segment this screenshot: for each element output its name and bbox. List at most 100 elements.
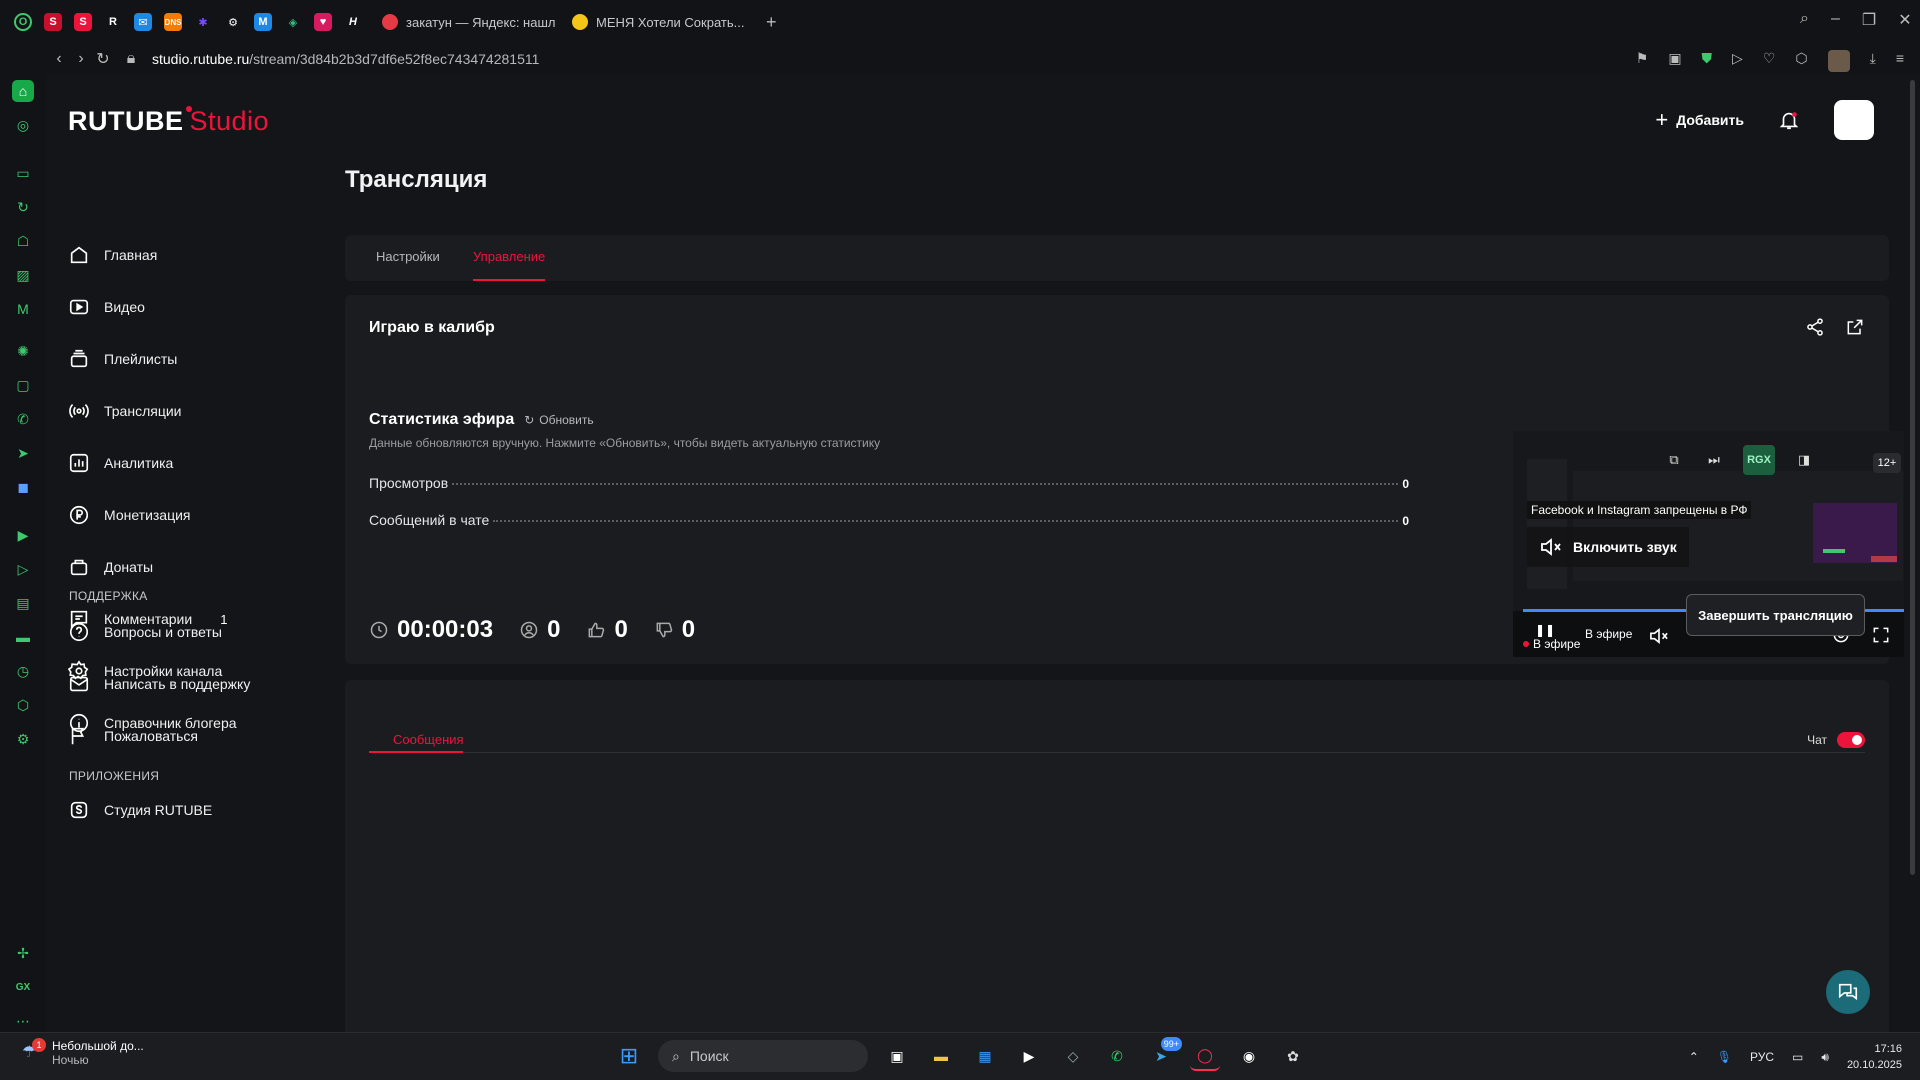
browser-tab[interactable]: МЕНЯ Хотели Сократь... [562,7,752,37]
sidebar-item-donations[interactable]: Донаты [68,541,308,593]
windows-start-icon[interactable]: ⊞ [614,1041,644,1071]
close-icon[interactable]: ✕ [1898,10,1911,30]
media-player-icon[interactable]: ▶ [1014,1041,1044,1071]
gamepad-icon[interactable]: ▭ [12,162,34,184]
rgx-button[interactable]: RGX [1743,445,1775,475]
sidebar-item-report[interactable]: Пожаловаться [68,710,308,762]
telegram-icon[interactable]: ➤ [12,442,34,464]
pin-icon[interactable]: ✢ [12,942,34,964]
fullscreen-icon[interactable] [1871,625,1891,645]
app-icon[interactable]: ◇ [1058,1041,1088,1071]
chart-icon[interactable]: ▨ [12,264,34,286]
whatsapp-icon[interactable]: ✆ [12,408,34,430]
extensions-icon[interactable]: ⬡ [1795,50,1807,72]
more-icon[interactable]: ⋯ [12,1010,34,1032]
forward-icon[interactable]: › [70,50,92,68]
mail-icon[interactable]: M [12,298,34,320]
pinned-tab-icon[interactable]: ✉ [134,13,152,31]
add-button[interactable]: + Добавить [1655,107,1744,133]
pinned-tab-icon[interactable]: ⚙ [224,13,242,31]
browser-tab[interactable]: закатун — Яндекс: нашл [372,7,562,37]
search-icon[interactable]: ⌕ [1800,10,1809,30]
whatsapp-icon[interactable]: ✆ [1102,1041,1132,1071]
sidebar-item-home[interactable]: Главная [68,229,308,281]
pip-icon[interactable]: ⧉ [1663,449,1685,471]
new-tab-icon[interactable]: + [766,12,777,33]
url-field[interactable]: studio.rutube.ru/stream/3d84b2b3d7df6e52… [152,51,539,67]
sidebar-item-video[interactable]: Видео [68,281,308,333]
gamepad-icon[interactable]: ◎ [12,114,34,136]
sidebar-item-monetization[interactable]: Монетизация [68,489,308,541]
chevron-up-icon[interactable]: ⌃ [1689,1050,1699,1064]
menu-icon[interactable]: ≡ [1896,50,1904,72]
sidebar-item-faq[interactable]: Вопросы и ответы [68,606,308,658]
robot-icon[interactable]: ☖ [12,230,34,252]
play-icon[interactable]: ▷ [12,558,34,580]
obs-icon[interactable]: ◉ [1234,1041,1264,1071]
clock[interactable]: 17:16 20.10.2025 [1847,1041,1902,1073]
volume-icon[interactable]: 🔊︎ [1821,1050,1829,1065]
gx-icon[interactable]: GX [12,976,34,998]
tab-management[interactable]: Управление [473,249,545,264]
pinned-tab-icon[interactable]: ◈ [284,13,302,31]
weather-widget[interactable]: ☂ 1 Небольшой до... Ночью [22,1038,144,1067]
pinned-tab-icon[interactable]: DNS [164,13,182,31]
refresh-button[interactable]: ↻ Обновить [524,413,593,427]
back-icon[interactable]: ‹ [48,50,70,68]
telegram-icon[interactable]: ➤ 99+ [1146,1037,1182,1071]
vk-icon[interactable]: ◼ [12,476,34,498]
bookmark-icon[interactable]: ⚑ [1636,50,1649,72]
sidebar-item-contact-support[interactable]: Написать в поддержку [68,658,308,710]
home-icon[interactable]: ⌂ [12,80,34,102]
pinned-tab-icon[interactable]: S [74,13,92,31]
language-indicator[interactable]: РУС [1750,1050,1774,1064]
bell-icon[interactable] [1778,109,1800,131]
twitch-icon[interactable]: ▢ [12,374,34,396]
pinned-tab-icon[interactable]: ♥ [314,13,332,31]
card-icon[interactable]: ▬ [12,626,34,648]
pause-icon[interactable]: ❚❚ [1535,623,1555,637]
taskbar-search[interactable]: ⌕ Поиск [658,1040,868,1072]
download-icon[interactable]: ⤓ [1870,50,1876,72]
sidebar-item-streams[interactable]: Трансляции [68,385,308,437]
profile-icon[interactable] [1827,50,1850,72]
chatgpt-icon[interactable]: ✺ [12,340,34,362]
unmute-button[interactable]: Включить звук [1527,527,1689,567]
minimize-icon[interactable]: – [1831,10,1840,30]
avatar[interactable] [1834,100,1874,140]
sidebar-item-playlists[interactable]: Плейлисты [68,333,308,385]
settings-icon[interactable]: ⚙ [12,728,34,750]
end-stream-button[interactable]: Завершить трансляцию [1686,594,1865,636]
store-icon[interactable]: ▦ [970,1041,1000,1071]
player-icon[interactable]: ▶ [12,524,34,546]
wallet-icon[interactable]: ▤ [12,592,34,614]
vpn-shield-icon[interactable]: ⛊ [1702,50,1713,72]
pinned-tab-icon[interactable]: M [254,13,272,31]
external-link-icon[interactable] [1845,317,1865,337]
heart-icon[interactable]: ♡ [1763,50,1776,72]
tab-messages[interactable]: Сообщения [393,732,464,747]
extensions-icon[interactable]: ⬡ [12,694,34,716]
snapshot-icon[interactable]: ▣ [1668,50,1681,72]
sidebar-item-studio-app[interactable]: Студия RUTUBE [68,784,308,836]
rutube-studio-logo[interactable]: RUTUBE Studio [68,106,269,137]
pinned-tab-icon[interactable]: H [344,13,362,31]
history-icon[interactable]: ◷ [12,660,34,682]
tab-settings[interactable]: Настройки [376,249,440,264]
network-icon[interactable]: ▭ [1792,1050,1803,1064]
opera-logo-icon[interactable]: O [14,13,32,31]
microphone-icon[interactable]: 🎙︎ [1717,1050,1732,1064]
file-explorer-icon[interactable]: ▬ [926,1041,956,1071]
sidebar-toggle-icon[interactable]: ◨ [1793,449,1815,471]
play-icon[interactable]: ▷ [1732,50,1743,72]
refresh-icon[interactable]: ↻ [12,196,34,218]
support-chat-button[interactable] [1826,970,1870,1014]
sidebar-item-analytics[interactable]: Аналитика [68,437,308,489]
task-view-icon[interactable]: ▣ [882,1041,912,1071]
chat-toggle-switch[interactable] [1837,732,1865,748]
maximize-icon[interactable]: ❐ [1862,10,1876,30]
page-scrollbar-thumb[interactable] [1910,80,1915,875]
app-icon[interactable]: ✿ [1278,1041,1308,1071]
reload-icon[interactable]: ↻ [92,49,114,69]
pinned-tab-icon[interactable]: R [104,13,122,31]
